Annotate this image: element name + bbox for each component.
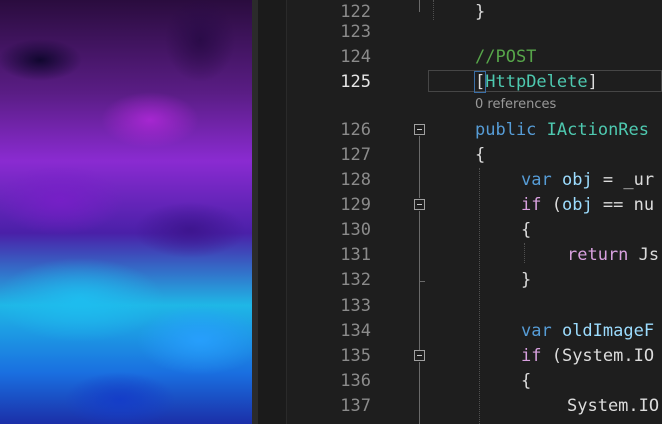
code-token: ] <box>587 72 598 92</box>
line-number: 134 <box>340 321 371 341</box>
code-text: public IActionRes <box>475 118 649 143</box>
code-editor[interactable]: 0 references 122} 123 124//POST 125 [HttpDel… <box>287 0 662 424</box>
line-number: 137 <box>340 396 371 416</box>
code-line[interactable]: 134 var oldImageF <box>287 319 662 344</box>
code-token: obj <box>561 170 593 190</box>
line-number: 129 <box>340 195 371 215</box>
code-line[interactable]: 128 var obj = _ur <box>287 168 662 193</box>
code-token: } <box>475 2 486 22</box>
code-line[interactable]: 123 <box>287 20 662 45</box>
code-token: public <box>475 120 547 140</box>
code-line[interactable]: 132} <box>287 268 662 293</box>
code-text: var obj = _ur <box>521 168 654 193</box>
code-text: } <box>521 268 531 293</box>
code-token: System.IO <box>567 396 660 416</box>
code-line[interactable]: 137 System.IO <box>287 394 662 419</box>
line-number: 128 <box>340 170 371 190</box>
line-number: 125 <box>340 72 371 92</box>
line-number: 132 <box>340 270 371 290</box>
desktop-wallpaper <box>0 0 252 424</box>
code-token: HttpDelete <box>485 72 588 92</box>
code-token: { <box>521 220 532 240</box>
code-line[interactable]: 126 public IActionRes <box>287 118 662 143</box>
code-text: { <box>475 143 485 168</box>
code-text: return Js <box>567 243 659 268</box>
code-text: //POST <box>475 45 536 70</box>
code-token: = _ur <box>592 170 655 190</box>
code-token: var <box>521 321 562 341</box>
code-line[interactable]: 130 { <box>287 218 662 243</box>
line-number: 135 <box>340 346 371 366</box>
code-line[interactable]: 136 { <box>287 369 662 394</box>
code-token: IActionRes <box>546 120 650 140</box>
code-line[interactable]: 135 if (System.IO <box>287 344 662 369</box>
line-number: 126 <box>340 120 371 140</box>
code-line[interactable]: 127 { <box>287 143 662 168</box>
code-token: if <box>521 346 552 366</box>
code-token: var <box>521 170 562 190</box>
line-number: 136 <box>340 371 371 391</box>
code-token: } <box>521 270 532 290</box>
line-number: 131 <box>340 245 371 265</box>
line-number: 123 <box>340 22 371 42</box>
code-line[interactable]: 131 return Js <box>287 243 662 268</box>
code-token: //POST <box>475 47 537 67</box>
code-text: [HttpDelete] <box>473 70 598 95</box>
code-token: [ <box>473 71 487 93</box>
line-number: 133 <box>340 296 371 316</box>
code-text: { <box>521 218 531 243</box>
code-token: oldImageF <box>561 321 655 341</box>
code-text: System.IO <box>567 394 659 419</box>
code-token: return <box>567 245 639 265</box>
code-token: obj <box>561 195 593 215</box>
line-number: 130 <box>340 220 371 240</box>
code-line[interactable]: 124 //POST <box>287 45 662 70</box>
code-token: ( <box>551 195 562 215</box>
code-token: if <box>521 195 552 215</box>
line-number: 127 <box>340 145 371 165</box>
line-number: 124 <box>340 47 371 67</box>
codelens-references[interactable]: 0 references <box>475 96 556 113</box>
code-text: var oldImageF <box>521 319 654 344</box>
code-token: == nu <box>592 195 655 215</box>
code-text: if (obj == nu <box>521 193 654 218</box>
code-text: if (System.IO <box>521 344 654 369</box>
code-token: Js <box>638 245 660 265</box>
editor-left-margin <box>258 0 287 424</box>
code-line[interactable]: 133 <box>287 294 662 319</box>
code-token: { <box>475 145 486 165</box>
code-text: { <box>521 369 531 394</box>
code-token: { <box>521 371 532 391</box>
code-line[interactable]: 125 [HttpDelete] <box>287 70 662 95</box>
code-token: (System.IO <box>551 346 655 366</box>
code-line[interactable]: 129 if (obj == nu <box>287 193 662 218</box>
